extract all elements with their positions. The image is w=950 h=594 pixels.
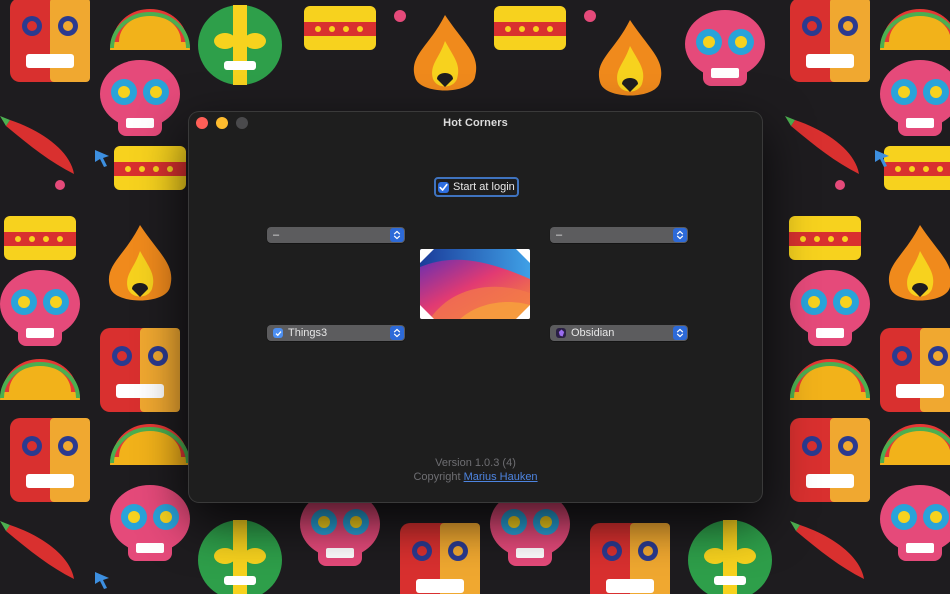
chevron-up-down-icon [673,326,687,340]
checkmark-icon[interactable] [438,181,449,193]
start-at-login-label: Start at login [453,181,515,193]
author-link[interactable]: Marius Hauken [464,471,538,483]
bottom-left-corner-select[interactable]: Things3 [267,325,405,341]
about-footer: Version 1.0.3 (4) Copyright Marius Hauke… [189,456,762,484]
bottom-right-corner-value: Obsidian [571,327,615,339]
things3-app-icon [273,328,283,338]
minimize-window-button[interactable] [216,117,228,129]
title-bar[interactable]: Hot Corners [189,112,762,134]
hot-corners-window: Hot Corners Start at login – – Things3 O… [189,112,762,502]
top-left-corner-value: – [273,229,280,241]
chevron-up-down-icon [390,228,404,242]
top-left-corner-marker-icon [420,249,434,263]
copyright-line: Copyright Marius Hauken [189,470,762,484]
bottom-right-corner-select[interactable]: Obsidian [550,325,688,341]
bottom-right-corner-marker-icon [516,305,530,319]
chevron-up-down-icon [673,228,687,242]
top-right-corner-select[interactable]: – [550,227,688,243]
version-text: Version 1.0.3 (4) [435,457,516,469]
window-title: Hot Corners [443,117,508,129]
desktop-preview-image [420,249,530,319]
window-controls [196,117,248,129]
bottom-left-corner-marker-icon [420,305,434,319]
top-right-corner-value: – [556,229,563,241]
top-right-corner-marker-icon [516,249,530,263]
screen-preview [420,249,530,319]
zoom-window-button[interactable] [236,117,248,129]
top-left-corner-select[interactable]: – [267,227,405,243]
close-window-button[interactable] [196,117,208,129]
start-at-login-checkbox[interactable]: Start at login [434,177,519,197]
obsidian-app-icon [556,328,566,338]
chevron-up-down-icon [390,326,404,340]
bottom-left-corner-value: Things3 [288,327,328,339]
copyright-label: Copyright [413,471,461,483]
